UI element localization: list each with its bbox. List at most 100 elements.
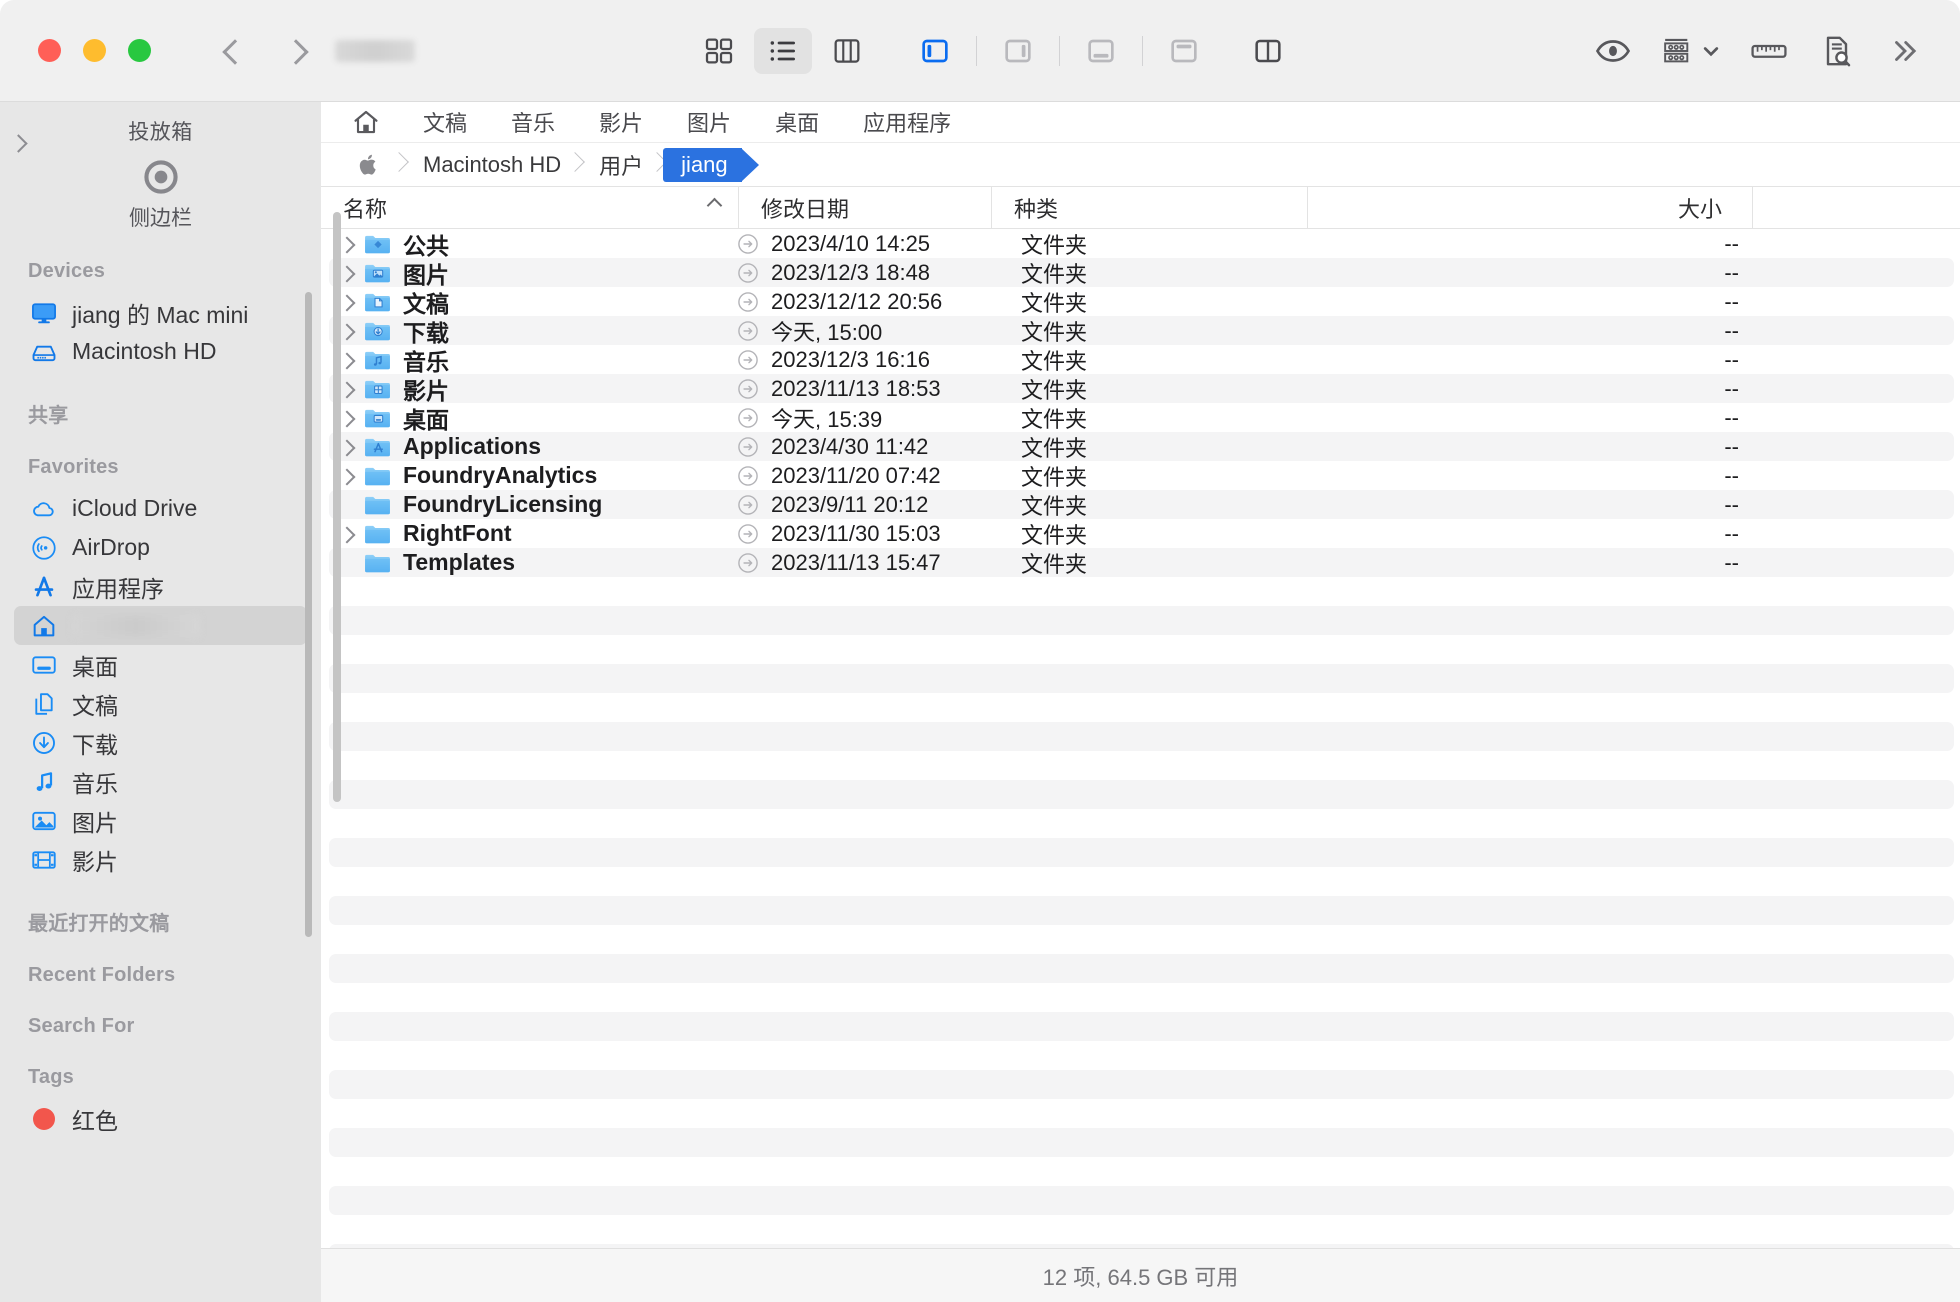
fav-item-pictures[interactable]: 图片 [665, 106, 753, 138]
sidebar-item-mac-mini[interactable]: jiang 的 Mac mini [14, 293, 307, 332]
go-arrow-button[interactable] [725, 463, 771, 489]
forward-button[interactable] [283, 38, 309, 64]
sidebar-expand-arrow[interactable] [10, 132, 32, 154]
icon-view-button[interactable] [690, 28, 748, 74]
sidebar-section-favorites: Favorites [28, 456, 119, 478]
fav-item-desktop[interactable]: 桌面 [753, 106, 841, 138]
split-pane-toggle-button[interactable] [1239, 28, 1297, 74]
empty-row [329, 635, 1954, 664]
table-row[interactable]: Templates 2023/11/13 15:47 文件夹 -- [329, 548, 1954, 577]
sidebar-item-icloud-drive[interactable]: iCloud Drive [14, 489, 307, 528]
file-list[interactable]: 公共 2023/4/10 14:25 文件夹 -- 图片 2023/12/3 18:48 文… [321, 229, 1960, 1302]
column-header-kind[interactable]: 种类 [991, 187, 1307, 228]
go-arrow-button[interactable] [725, 550, 771, 576]
go-arrow-icon [738, 262, 758, 283]
go-arrow-button[interactable] [725, 405, 771, 431]
sidebar-item-music[interactable]: 音乐 [14, 762, 307, 801]
table-row[interactable]: FoundryLicensing 2023/9/11 20:12 文件夹 -- [329, 490, 1954, 519]
minimize-button[interactable] [83, 39, 106, 62]
table-row[interactable]: RightFont 2023/11/30 15:03 文件夹 -- [329, 519, 1954, 548]
cell-name: Applications [329, 433, 725, 460]
column-header-name[interactable]: 名称 [321, 187, 738, 228]
column-header-date[interactable]: 修改日期 [738, 187, 991, 228]
fav-item-applications[interactable]: 应用程序 [841, 106, 973, 138]
column-view-button[interactable] [818, 28, 876, 74]
sidebar-item-macintosh-hd[interactable]: Macintosh HD [14, 332, 307, 371]
sidebar-item-tag-red[interactable]: 红色 [14, 1099, 307, 1138]
breadcrumb-current[interactable]: jiang [663, 147, 759, 182]
sidebar-item-pictures[interactable]: 图片 [14, 801, 307, 840]
more-toolbar-button[interactable] [1876, 28, 1934, 74]
table-row[interactable]: 下载 今天, 15:00 文件夹 -- [329, 316, 1954, 346]
home-icon[interactable] [351, 107, 381, 137]
sidebar-item-movies[interactable]: 影片 [14, 840, 307, 879]
empty-row [329, 664, 1954, 693]
go-arrow-button[interactable] [725, 289, 771, 315]
zoom-button[interactable] [128, 39, 151, 62]
sidebar-scrollbar[interactable] [305, 292, 312, 937]
table-row[interactable]: 图片 2023/12/3 18:48 文件夹 -- [329, 258, 1954, 288]
measure-button[interactable] [1740, 28, 1798, 74]
sidebar-item-downloads[interactable]: 下载 [14, 723, 307, 762]
close-button[interactable] [38, 39, 61, 62]
folder-pictures-icon [363, 260, 392, 285]
breadcrumb-apple[interactable] [339, 148, 405, 182]
bottom-pane-toggle-button[interactable] [1072, 28, 1130, 74]
cell-size: -- [1724, 317, 1739, 343]
quick-look-button[interactable] [1584, 28, 1642, 74]
list-view-button[interactable] [754, 27, 812, 74]
document-search-button[interactable] [1808, 28, 1866, 74]
table-row[interactable]: 文稿 2023/12/12 20:56 文件夹 -- [329, 287, 1954, 317]
downloads-icon [30, 729, 58, 757]
document-search-icon [1826, 36, 1851, 66]
content-scrollbar[interactable] [333, 212, 341, 802]
sidebar-item-documents[interactable]: 文稿 [14, 684, 307, 723]
empty-row [329, 1186, 1954, 1215]
top-pane-toggle-button[interactable] [1155, 28, 1213, 74]
sidebar[interactable]: 投放箱 侧边栏 Devices jiang 的 Mac mini Macinto… [0, 102, 321, 1302]
sidebar-item-label: 应用程序 [72, 575, 164, 602]
content-area: 文稿 音乐 影片 图片 桌面 应用程序 Macintosh HD 用户 jian… [321, 102, 1960, 1302]
cell-date: 今天, 15:39 [771, 406, 883, 432]
group-by-button[interactable] [1652, 28, 1730, 74]
sidebar-section-recent-documents: 最近打开的文稿 [28, 913, 170, 935]
table-row[interactable]: 音乐 2023/12/3 16:16 文件夹 -- [329, 345, 1954, 375]
sidebar-item-home[interactable] [14, 606, 307, 645]
fav-item-music[interactable]: 音乐 [489, 106, 577, 138]
table-row[interactable]: Applications 2023/4/30 11:42 文件夹 -- [329, 432, 1954, 461]
sidebar-right-toggle-button[interactable] [989, 28, 1047, 74]
breadcrumb-users[interactable]: 用户 [581, 148, 663, 182]
table-row[interactable]: 影片 2023/11/13 18:53 文件夹 -- [329, 374, 1954, 404]
back-button[interactable] [219, 38, 245, 64]
toolbar-separator [1059, 35, 1060, 66]
go-arrow-button[interactable] [725, 318, 771, 344]
cell-size: -- [1724, 346, 1739, 372]
sidebar-item-applications[interactable]: 应用程序 [14, 567, 307, 606]
go-arrow-icon [738, 523, 758, 544]
table-row[interactable]: FoundryAnalytics 2023/11/20 07:42 文件夹 -- [329, 461, 1954, 490]
go-arrow-button[interactable] [725, 231, 771, 257]
dropbox-target-icon[interactable] [142, 158, 180, 196]
cell-kind: 文件夹 [1021, 522, 1088, 548]
folder-public-icon [363, 231, 392, 256]
eye-icon [1595, 39, 1631, 62]
go-arrow-button[interactable] [725, 347, 771, 373]
table-row[interactable]: 桌面 今天, 15:39 文件夹 -- [329, 403, 1954, 433]
go-arrow-icon [738, 291, 758, 312]
desktop-icon [30, 651, 58, 679]
fav-item-movies[interactable]: 影片 [577, 106, 665, 138]
empty-row [329, 954, 1954, 983]
column-header-size[interactable]: 大小 [1307, 187, 1752, 228]
go-arrow-button[interactable] [725, 434, 771, 460]
fav-item-documents[interactable]: 文稿 [401, 106, 489, 138]
table-row[interactable]: 公共 2023/4/10 14:25 文件夹 -- [329, 229, 1954, 259]
sidebar-item-desktop[interactable]: 桌面 [14, 645, 307, 684]
breadcrumb-macintosh-hd[interactable]: Macintosh HD [405, 148, 581, 182]
sidebar-left-toggle-button[interactable] [906, 28, 964, 74]
go-arrow-button[interactable] [725, 492, 771, 518]
go-arrow-button[interactable] [725, 260, 771, 286]
sidebar-item-airdrop[interactable]: AirDrop [14, 528, 307, 567]
go-arrow-button[interactable] [725, 376, 771, 402]
cell-size: -- [1724, 375, 1739, 401]
go-arrow-button[interactable] [725, 521, 771, 547]
